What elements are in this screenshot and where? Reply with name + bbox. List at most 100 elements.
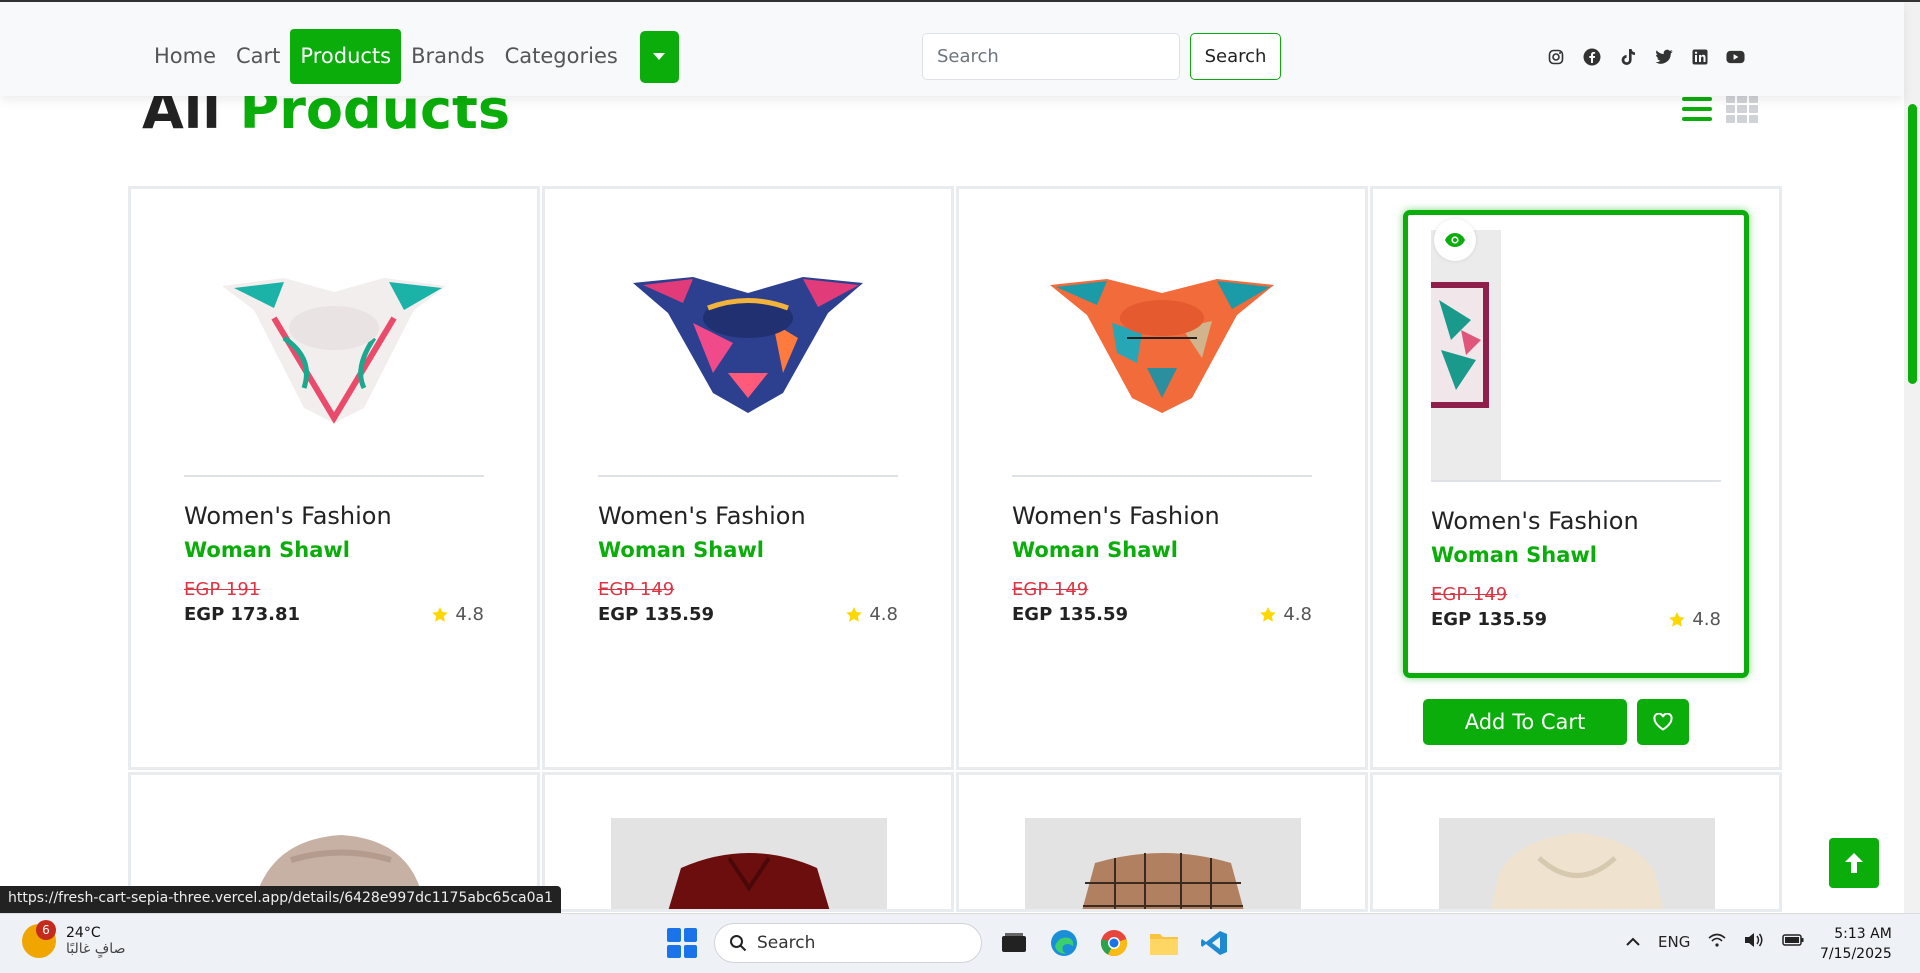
product-title[interactable]: Woman Shawl (1431, 543, 1721, 567)
price-row: EGP 173.81 4.8 (184, 604, 484, 625)
grid-view-icon[interactable] (1726, 95, 1758, 127)
product-price: EGP 135.59 (1012, 604, 1128, 625)
product-image[interactable] (1439, 818, 1715, 909)
linkedin-icon[interactable] (1690, 47, 1709, 66)
product-category: Women's Fashion (1012, 502, 1220, 530)
taskbar-search-label: Search (757, 933, 816, 953)
facebook-icon[interactable] (1582, 47, 1601, 66)
weather-badge: 6 (36, 920, 56, 940)
link-status-url: https://fresh-cart-sepia-three.vercel.ap… (0, 886, 562, 913)
product-card-body[interactable]: Women's Fashion Woman Shawl EGP 149 EGP … (575, 210, 921, 678)
product-card[interactable] (1370, 772, 1782, 912)
tray-chevron-up-icon[interactable] (1626, 933, 1640, 951)
nav-products[interactable]: Products (290, 29, 402, 84)
product-old-price: EGP 149 (1431, 584, 1508, 605)
card-divider (1012, 475, 1312, 477)
star-icon (1260, 606, 1277, 622)
weather-description: صافٍ غالبًا (66, 941, 126, 957)
price-row: EGP 135.59 4.8 (598, 604, 898, 625)
rating-value: 4.8 (455, 604, 484, 625)
product-price: EGP 135.59 (598, 604, 714, 625)
eye-icon (1445, 233, 1465, 247)
quick-view-button[interactable] (1434, 219, 1476, 261)
card-divider (598, 475, 898, 477)
product-image[interactable] (1012, 210, 1312, 475)
product-image[interactable] (598, 210, 898, 475)
rating-value: 4.8 (1283, 604, 1312, 625)
social-links (1546, 47, 1745, 66)
star-icon (432, 606, 449, 622)
product-card[interactable] (956, 772, 1368, 912)
search-input[interactable] (922, 33, 1180, 80)
product-title[interactable]: Woman Shawl (598, 538, 898, 562)
weather-text: 24°C صافٍ غالبًا (66, 925, 125, 957)
wishlist-button[interactable] (1637, 699, 1689, 745)
product-card[interactable]: Women's Fashion Woman Shawl EGP 191 EGP … (128, 186, 540, 770)
product-title[interactable]: Woman Shawl (184, 538, 484, 562)
product-card-body[interactable]: Women's Fashion Woman Shawl EGP 149 EGP … (1403, 210, 1749, 678)
nav-categories[interactable]: Categories (495, 29, 628, 84)
product-price: EGP 135.59 (1431, 609, 1547, 630)
tiktok-icon[interactable] (1618, 47, 1637, 66)
product-image[interactable] (1025, 818, 1301, 909)
price-row: EGP 135.59 4.8 (1012, 604, 1312, 625)
list-view-icon[interactable] (1682, 95, 1712, 127)
rating-value: 4.8 (1692, 609, 1721, 630)
wifi-icon[interactable] (1708, 933, 1726, 951)
vscode-icon[interactable] (1196, 925, 1232, 961)
arrow-up-icon (1845, 853, 1863, 873)
nav-brands[interactable]: Brands (401, 29, 495, 84)
scroll-to-top-button[interactable] (1829, 838, 1879, 888)
product-image[interactable] (184, 210, 484, 475)
card-divider (184, 475, 484, 477)
product-card[interactable] (542, 772, 954, 912)
volume-icon[interactable] (1744, 932, 1764, 952)
product-rating: 4.8 (1259, 604, 1312, 625)
instagram-icon[interactable] (1546, 47, 1565, 66)
card-actions: Add To Cart (1423, 699, 1689, 745)
product-card-body[interactable]: Women's Fashion Woman Shawl EGP 191 EGP … (161, 210, 507, 678)
youtube-icon[interactable] (1726, 47, 1745, 66)
taskbar-clock[interactable]: 5:13 AM 7/15/2025 (1820, 924, 1892, 964)
product-rating: 4.8 (845, 604, 898, 625)
card-divider (1431, 480, 1721, 482)
clock-time: 5:13 AM (1834, 926, 1892, 942)
add-to-cart-button[interactable]: Add To Cart (1423, 699, 1627, 745)
product-title[interactable]: Woman Shawl (1012, 538, 1312, 562)
search-button[interactable]: Search (1190, 33, 1281, 80)
product-image[interactable] (611, 818, 887, 909)
product-price: EGP 173.81 (184, 604, 300, 625)
product-card[interactable]: Women's Fashion Woman Shawl EGP 149 EGP … (542, 186, 954, 770)
view-toggle (1682, 95, 1758, 127)
windows-start-icon[interactable] (664, 925, 700, 961)
caret-down-icon (653, 53, 666, 60)
dropdown-toggle-button[interactable] (639, 30, 679, 83)
product-rating: 4.8 (431, 604, 484, 625)
product-rating: 4.8 (1668, 609, 1721, 630)
product-category: Women's Fashion (1431, 507, 1639, 535)
chrome-browser-icon[interactable] (1096, 925, 1132, 961)
battery-icon[interactable] (1782, 933, 1804, 951)
product-card[interactable]: Women's Fashion Woman Shawl EGP 149 EGP … (956, 186, 1368, 770)
file-explorer-icon[interactable] (1146, 925, 1182, 961)
page-scrollbar[interactable] (1904, 2, 1920, 913)
product-card-body[interactable]: Women's Fashion Woman Shawl EGP 149 EGP … (989, 210, 1335, 678)
weather-widget[interactable]: 6 24°C صافٍ غالبًا (22, 920, 125, 958)
star-icon (1669, 611, 1686, 627)
system-tray: ENG (1626, 932, 1804, 952)
navbar: Home Cart Products Brands Categories Sea… (0, 2, 1904, 96)
nav-home[interactable]: Home (144, 29, 226, 84)
language-indicator[interactable]: ENG (1658, 933, 1690, 951)
product-image[interactable] (1431, 215, 1721, 480)
scrollbar-thumb[interactable] (1908, 104, 1917, 384)
taskbar-search[interactable]: Search (714, 923, 982, 963)
product-old-price: EGP 149 (598, 579, 675, 600)
nav-cart[interactable]: Cart (226, 29, 290, 84)
product-category: Women's Fashion (598, 502, 806, 530)
task-view-icon[interactable] (996, 925, 1032, 961)
twitter-icon[interactable] (1654, 47, 1673, 66)
product-card[interactable]: Women's Fashion Woman Shawl EGP 149 EGP … (1370, 186, 1782, 770)
weather-icon: 6 (22, 920, 56, 958)
edge-browser-icon[interactable] (1046, 925, 1082, 961)
heart-icon (1653, 713, 1673, 731)
